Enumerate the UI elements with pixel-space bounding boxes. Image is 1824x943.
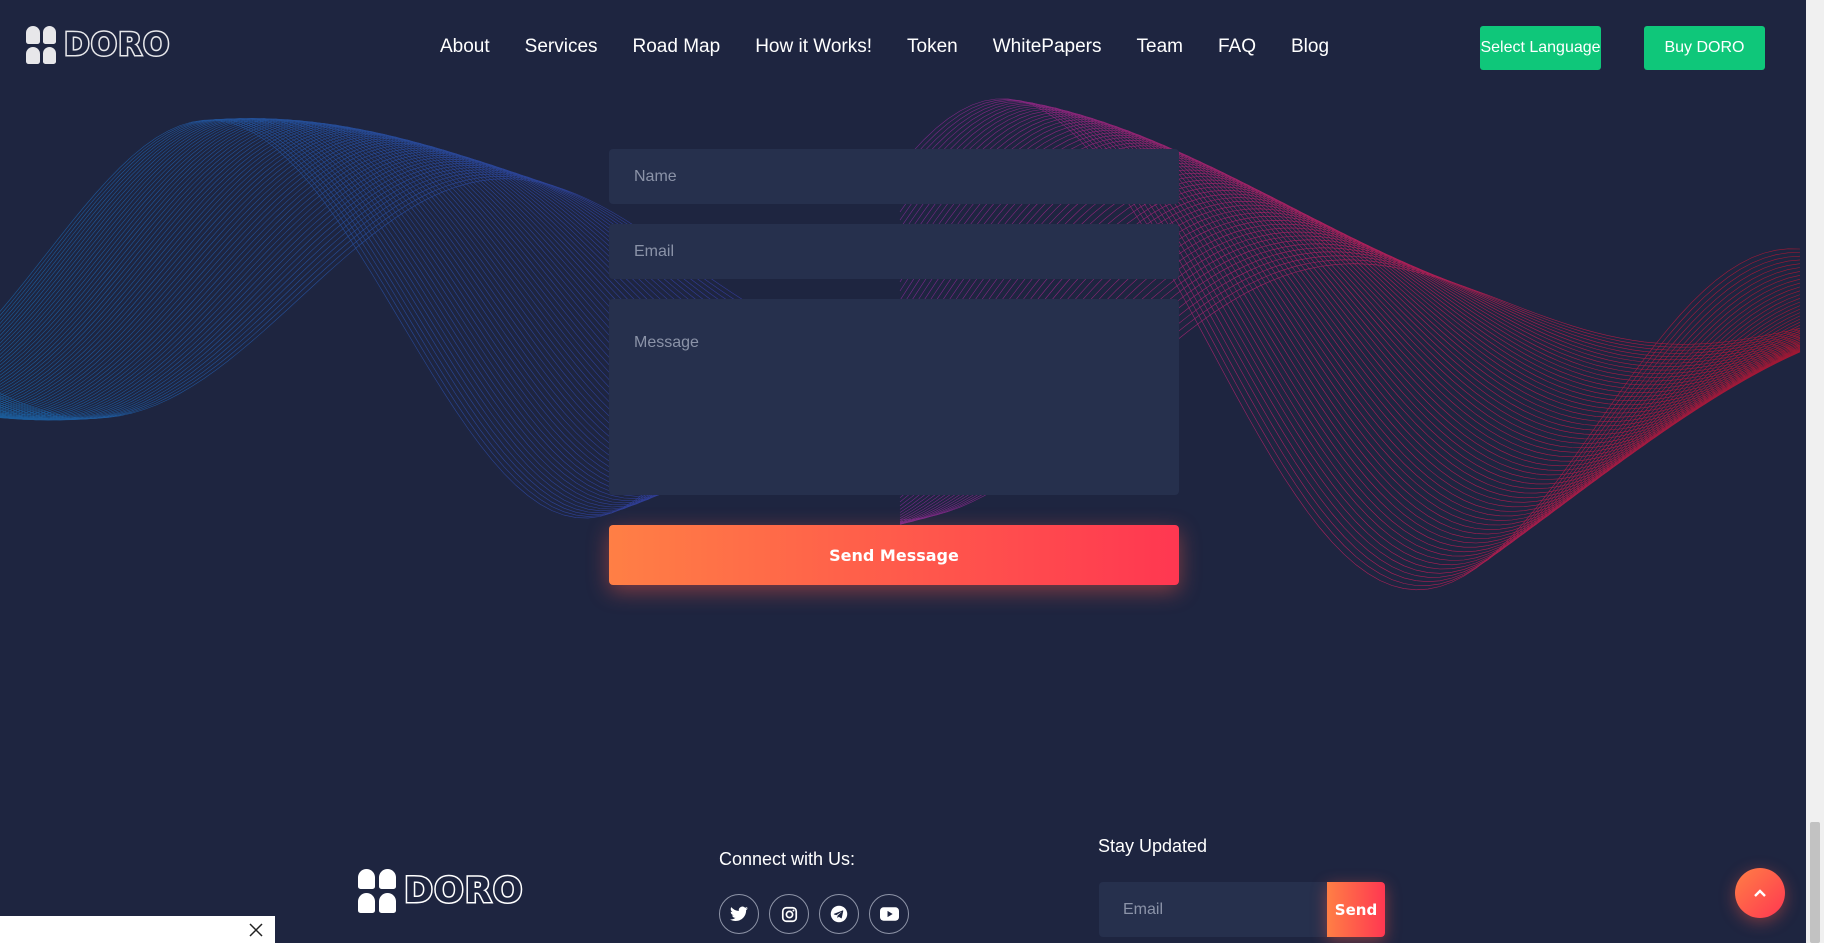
connect-title: Connect with Us:	[719, 849, 856, 869]
scroll-to-top-button[interactable]	[1735, 868, 1785, 918]
close-icon[interactable]	[249, 922, 263, 937]
email-field[interactable]: Email	[609, 224, 1179, 279]
footer-brand-name: DORO	[403, 870, 525, 913]
send-message-button[interactable]: Send Message	[609, 525, 1179, 585]
stay-updated-title: Stay Updated	[1098, 836, 1208, 856]
brand-logo[interactable]: DORO	[26, 26, 171, 65]
twitter-icon[interactable]	[719, 894, 759, 934]
nav-item-team[interactable]: Team	[1137, 36, 1183, 58]
nav-item-how-it-works[interactable]: How it Works!	[755, 36, 872, 58]
chevron-up-icon	[1754, 889, 1766, 897]
nav-item-faq[interactable]: FAQ	[1218, 36, 1256, 58]
nav-item-token[interactable]: Token	[907, 36, 958, 58]
scrollbar-thumb[interactable]	[1810, 822, 1820, 943]
logo-mark-icon	[26, 26, 56, 64]
nav-item-whitepapers[interactable]: WhitePapers	[993, 36, 1102, 58]
page-scrollbar[interactable]	[1806, 0, 1824, 943]
youtube-icon[interactable]	[869, 894, 909, 934]
telegram-icon[interactable]	[819, 894, 859, 934]
logo-mark-icon	[358, 869, 396, 913]
select-language-button[interactable]: Select Language	[1480, 26, 1601, 70]
brand-name: DORO	[62, 26, 171, 65]
nav-item-blog[interactable]: Blog	[1291, 36, 1329, 58]
top-navbar: DORO About Services Road Map How it Work…	[0, 0, 1806, 94]
newsletter-email-input[interactable]: Email	[1099, 882, 1327, 937]
newsletter-send-button[interactable]: Send	[1327, 882, 1385, 937]
instagram-icon[interactable]	[769, 894, 809, 934]
main-nav: About Services Road Map How it Works! To…	[440, 36, 1364, 58]
social-links	[719, 894, 909, 934]
nav-item-services[interactable]: Services	[525, 36, 598, 58]
message-field[interactable]: Message	[609, 299, 1179, 495]
bottom-popup-bar	[0, 916, 275, 943]
buy-doro-button[interactable]: Buy DORO	[1644, 26, 1765, 70]
footer-logo[interactable]: DORO	[358, 869, 524, 913]
nav-item-road-map[interactable]: Road Map	[633, 36, 721, 58]
nav-item-about[interactable]: About	[440, 36, 490, 58]
name-field[interactable]: Name	[609, 149, 1179, 204]
